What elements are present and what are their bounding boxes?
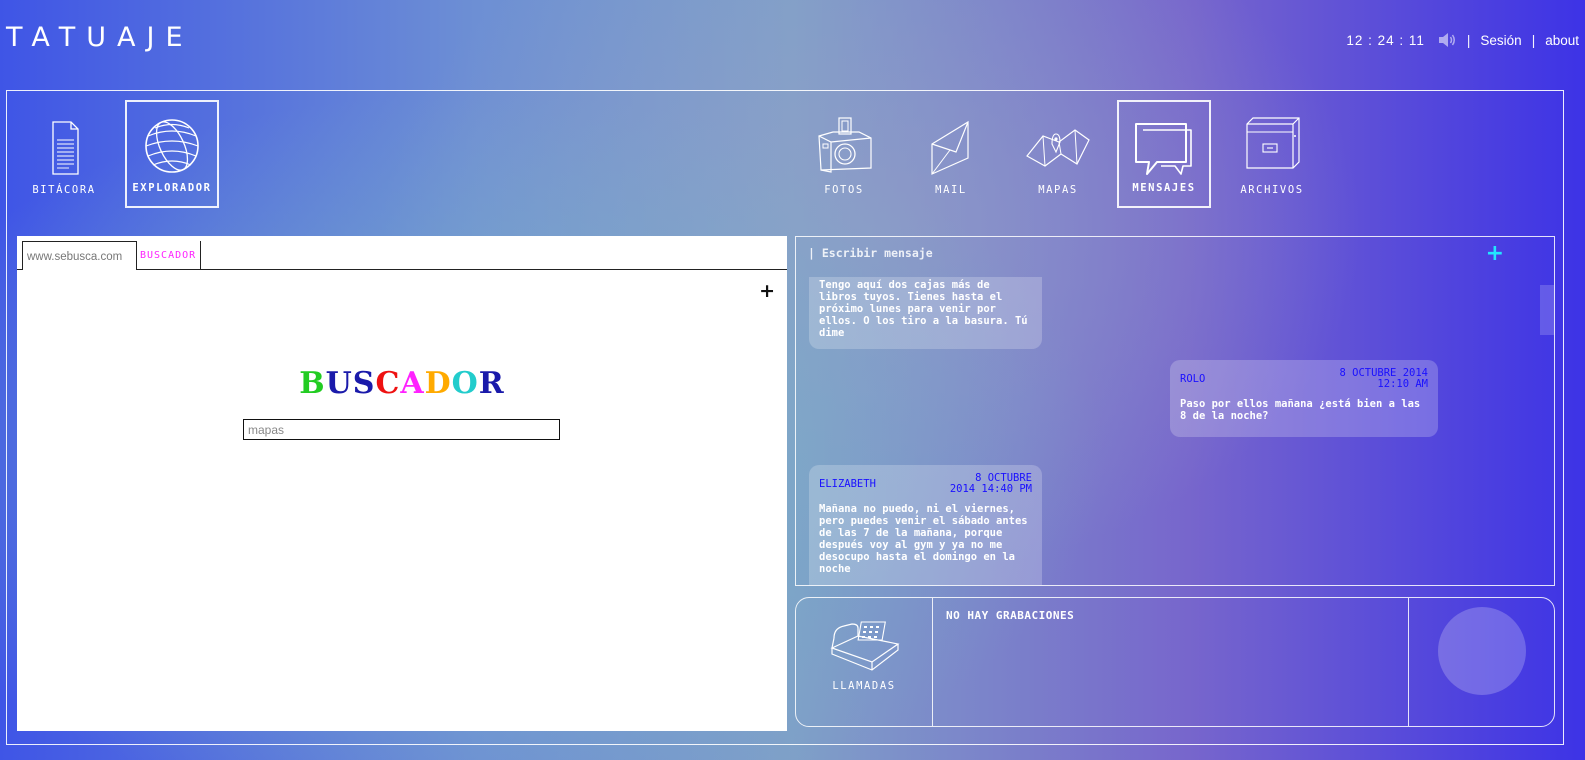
message-body: Mañana no puedo, ni el viernes, pero pue… xyxy=(819,503,1028,575)
browser-tab-bar: www.sebusca.com BUSCADOR xyxy=(17,236,787,270)
logo-letter: B xyxy=(299,366,326,401)
messages-panel: | Escribir mensaje + Tengo aquí dos caja… xyxy=(795,236,1555,586)
nav-label: ARCHIVOS xyxy=(1240,184,1304,196)
nav-bitacora[interactable]: BITÁCORA xyxy=(17,100,111,208)
divider xyxy=(1408,598,1409,726)
nav-mapas[interactable]: MAPAS xyxy=(1011,100,1105,208)
address-bar[interactable]: www.sebusca.com xyxy=(22,241,137,270)
message-bubble[interactable]: Tengo aquí dos cajas más de libros tuyos… xyxy=(809,277,1042,349)
map-icon xyxy=(1026,129,1090,167)
camera-icon xyxy=(818,117,872,173)
add-message-button[interactable]: + xyxy=(1486,241,1504,266)
message-bubble[interactable]: ELIZABETH 8 OCTUBRE 2014 14:40 PM Mañana… xyxy=(809,465,1042,585)
message-sender: ELIZABETH xyxy=(819,478,876,490)
message-header: ELIZABETH 8 OCTUBRE 2014 14:40 PM xyxy=(819,473,1032,495)
logo-letter: S xyxy=(352,366,376,401)
logo-letter: A xyxy=(400,366,425,401)
nav-label: MENSAJES xyxy=(1132,182,1196,194)
logo-letter: U xyxy=(325,366,353,401)
nav-mail[interactable]: MAIL xyxy=(904,100,998,208)
nav-label: FOTOS xyxy=(824,184,864,196)
search-input[interactable]: mapas xyxy=(243,419,560,440)
nav-label: MAPAS xyxy=(1038,184,1078,196)
date-line: 12:10 AM xyxy=(1377,378,1428,390)
divider: | xyxy=(1466,32,1471,48)
speech-bubble-icon xyxy=(1135,123,1192,175)
recordings-status: NO HAY GRABACIONES xyxy=(946,609,1075,622)
calls-label: LLAMADAS xyxy=(832,680,896,692)
logo-letter: D xyxy=(424,366,452,401)
nav-fotos[interactable]: FOTOS xyxy=(797,100,891,208)
record-button[interactable] xyxy=(1438,607,1526,695)
divider: | xyxy=(1531,32,1536,48)
message-header: ROLO 8 OCTUBRE 2014 12:10 AM xyxy=(1180,368,1428,390)
top-bar: 12 : 24 : 11 | Sesión | about xyxy=(1346,32,1579,48)
nav-label: EXPLORADOR xyxy=(132,182,212,194)
scrollbar[interactable] xyxy=(1540,285,1554,335)
logo-letter: R xyxy=(478,366,505,401)
message-body: Tengo aquí dos cajas más de libros tuyos… xyxy=(819,279,1028,339)
about-link[interactable]: about xyxy=(1545,33,1579,48)
calls-button[interactable]: LLAMADAS xyxy=(796,598,933,726)
nav-label: MAIL xyxy=(935,184,967,196)
nav-archivos[interactable]: ARCHIVOS xyxy=(1225,100,1319,208)
globe-icon xyxy=(145,119,199,173)
logo-letter: C xyxy=(375,366,401,401)
new-tab-button[interactable]: + xyxy=(759,280,775,302)
envelope-icon xyxy=(931,120,969,175)
nav-explorador[interactable]: EXPLORADOR xyxy=(125,100,219,208)
cabinet-icon xyxy=(1246,117,1300,169)
clock: 12 : 24 : 11 xyxy=(1346,32,1425,48)
message-date: 8 OCTUBRE 2014 14:40 PM xyxy=(950,473,1032,495)
nav-label: BITÁCORA xyxy=(32,184,96,196)
telephone-icon xyxy=(830,621,900,671)
tab-buscador[interactable]: BUSCADOR xyxy=(137,241,201,270)
message-date: 8 OCTUBRE 2014 12:10 AM xyxy=(1339,368,1428,390)
date-line: 2014 14:40 PM xyxy=(949,483,1032,495)
message-bubble[interactable]: ROLO 8 OCTUBRE 2014 12:10 AM Paso por el… xyxy=(1170,360,1438,437)
message-input[interactable]: | Escribir mensaje xyxy=(808,246,933,260)
document-icon xyxy=(52,121,79,175)
app-logo: TATUAJE xyxy=(6,22,194,53)
browser-window: www.sebusca.com BUSCADOR + BUSCADOR mapa… xyxy=(17,236,787,731)
logo-letter: O xyxy=(451,366,479,401)
nav-mensajes[interactable]: MENSAJES xyxy=(1117,100,1211,208)
speaker-icon[interactable] xyxy=(1437,32,1457,48)
calls-panel: LLAMADAS NO HAY GRABACIONES xyxy=(795,597,1555,727)
search-engine-logo: BUSCADOR xyxy=(17,366,787,401)
message-body: Paso por ellos mañana ¿está bien a las 8… xyxy=(1180,398,1421,422)
session-link[interactable]: Sesión xyxy=(1480,33,1521,48)
message-sender: ROLO xyxy=(1180,373,1206,385)
